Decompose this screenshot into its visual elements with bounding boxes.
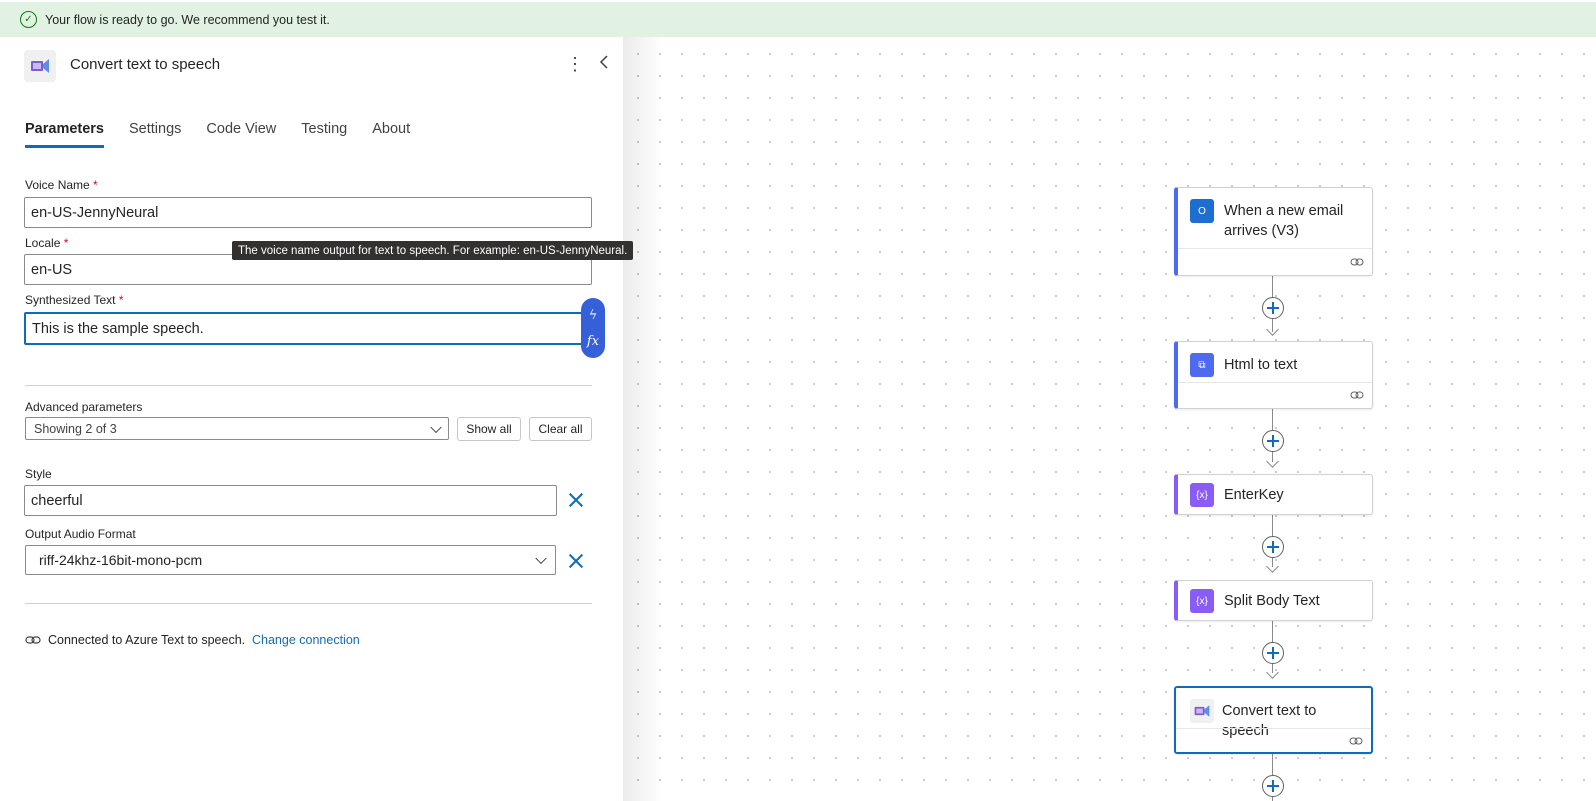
checkmark-circle-icon: ✓ (20, 11, 37, 28)
required-marker: * (118, 293, 124, 307)
advanced-parameters-dropdown[interactable]: Showing 2 of 3 (25, 417, 449, 440)
required-marker: * (93, 178, 98, 192)
output-audio-format-label: Output Audio Format (25, 527, 136, 541)
panel-title: Convert text to speech (70, 56, 221, 73)
action-details-panel: Convert text to speech ⋮ Parameters Sett… (0, 37, 623, 801)
style-label: Style (25, 467, 52, 481)
add-step-button[interactable] (1262, 642, 1284, 664)
add-step-button[interactable] (1262, 775, 1284, 797)
locale-label: Locale * (25, 236, 69, 250)
more-options-icon[interactable]: ⋮ (566, 54, 584, 74)
advanced-parameters-label: Advanced parameters (25, 400, 143, 414)
step-title: EnterKey (1224, 487, 1284, 503)
collapse-panel-icon[interactable] (598, 53, 614, 73)
panel-tabs: Parameters Settings Code View Testing Ab… (25, 121, 435, 148)
step-title: Split Body Text (1224, 593, 1320, 609)
add-step-button[interactable] (1262, 536, 1284, 558)
section-divider (25, 385, 592, 386)
advanced-parameters-value: Showing 2 of 3 (34, 421, 117, 436)
flow-canvas[interactable] (623, 37, 1596, 801)
success-banner: ✓ Your flow is ready to go. We recommend… (0, 2, 1596, 37)
step-title: When a new email arrives (V3) (1224, 203, 1344, 239)
remove-output-format-icon[interactable] (568, 553, 584, 569)
show-all-button[interactable]: Show all (457, 417, 521, 441)
flow-step-enterkey[interactable]: {x} EnterKey (1174, 474, 1373, 515)
section-divider (25, 603, 592, 604)
flow-step-convert-text-to-speech[interactable]: Convert text to speech (1174, 686, 1373, 754)
variable-icon: {x} (1190, 483, 1214, 507)
tab-settings[interactable]: Settings (129, 121, 181, 148)
output-audio-format-value: riff-24khz-16bit-mono-pcm (39, 552, 203, 568)
add-step-button[interactable] (1262, 297, 1284, 319)
required-marker: * (63, 236, 69, 250)
speech-icon (1190, 699, 1214, 723)
html-to-text-icon: ⧉ (1190, 353, 1214, 377)
link-icon (1350, 391, 1364, 399)
token-picker: ϟ fx (581, 298, 605, 358)
variable-icon: {x} (1190, 589, 1214, 613)
synthesized-text-input[interactable]: This is the sample speech. (24, 312, 585, 345)
card-divider (1178, 248, 1372, 249)
link-icon (1349, 737, 1363, 745)
outlook-icon: O (1190, 199, 1214, 223)
connection-status: Connected to Azure Text to speech. (48, 633, 246, 647)
flow-step-split-body-text[interactable]: {x} Split Body Text (1174, 580, 1373, 621)
change-connection-link[interactable]: Change connection (252, 633, 360, 647)
card-divider (1178, 382, 1372, 383)
remove-style-icon[interactable] (568, 492, 584, 508)
chevron-down-icon (535, 552, 547, 565)
clear-all-button[interactable]: Clear all (529, 417, 592, 441)
panel-shadow (623, 37, 663, 801)
tab-about[interactable]: About (372, 121, 410, 148)
dynamic-content-icon[interactable]: ϟ (589, 308, 598, 323)
tab-code-view[interactable]: Code View (206, 121, 276, 148)
tab-testing[interactable]: Testing (301, 121, 347, 148)
output-audio-format-dropdown[interactable]: riff-24khz-16bit-mono-pcm (25, 545, 556, 575)
voice-name-label: Voice Name * (25, 178, 98, 192)
card-divider (1176, 728, 1371, 729)
chevron-down-icon (430, 421, 442, 433)
add-step-button[interactable] (1262, 430, 1284, 452)
tab-parameters[interactable]: Parameters (25, 121, 104, 148)
step-title: Convert text to speech (1222, 703, 1317, 739)
expression-icon[interactable]: fx (587, 334, 599, 349)
voice-name-input[interactable]: en-US-JennyNeural (24, 197, 592, 228)
voice-name-tooltip: The voice name output for text to speech… (232, 241, 634, 260)
step-title: Html to text (1224, 357, 1298, 373)
flow-step-email-trigger[interactable]: O When a new email arrives (V3) (1174, 187, 1373, 276)
style-input[interactable]: cheerful (24, 485, 557, 516)
flow-step-html-to-text[interactable]: ⧉ Html to text (1174, 341, 1373, 409)
text-to-speech-app-icon (24, 50, 56, 82)
link-icon (1350, 258, 1364, 266)
link-icon (25, 636, 41, 644)
synthesized-text-label: Synthesized Text * (25, 293, 124, 307)
banner-message: Your flow is ready to go. We recommend y… (45, 12, 330, 27)
